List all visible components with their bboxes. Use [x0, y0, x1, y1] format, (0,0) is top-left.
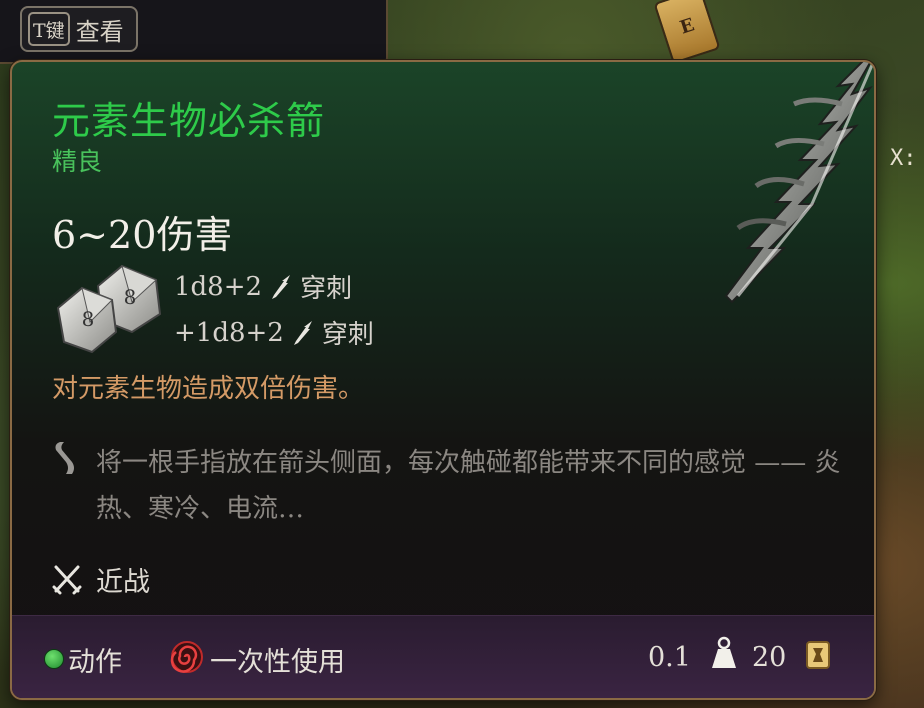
crossed-swords-icon	[52, 565, 82, 594]
item-rarity: 精良	[52, 147, 103, 176]
background-coordinate-label: X:	[890, 146, 917, 171]
examine-label: 查看	[75, 17, 124, 46]
weight-value: 0.1	[648, 642, 691, 673]
key-cap-t: T键	[28, 12, 70, 46]
svg-text:8: 8	[124, 285, 137, 309]
attack-type-label: 近战	[96, 567, 150, 598]
gold-coin-icon	[806, 641, 830, 669]
examine-key-hint[interactable]: T键 查看	[20, 6, 138, 52]
action-dot-icon	[44, 649, 64, 669]
tooltip-body: 元素生物必杀箭 精良 6~20伤害 8 8 1d8+2 穿刺 +1d8+2 穿刺…	[12, 62, 874, 616]
special-effect: 对元素生物造成双倍伤害。	[52, 374, 365, 404]
damage-type: 穿刺	[300, 274, 353, 304]
attack-type-row: 近战	[52, 560, 150, 599]
single-use-spiral-icon	[170, 641, 203, 673]
damage-row: +1d8+2 穿刺	[174, 314, 374, 351]
arrowhead-icon	[724, 62, 874, 304]
damage-dice: 1d8+2	[174, 271, 263, 302]
piercing-icon	[272, 274, 291, 299]
scroll-icon	[55, 442, 74, 474]
item-tooltip: 元素生物必杀箭 精良 6~20伤害 8 8 1d8+2 穿刺 +1d8+2 穿刺…	[10, 60, 876, 700]
price-value: 20	[752, 642, 787, 673]
usage-label: 一次性使用	[210, 647, 345, 678]
map-marker-letter: E	[677, 13, 697, 39]
action-label: 动作	[68, 647, 122, 678]
flavor-text: 将一根手指放在箭头侧面，每次触碰都能带来不同的感觉 —— 炎热、寒冷、电流…	[96, 448, 841, 524]
svg-text:8: 8	[82, 307, 95, 331]
damage-row: 1d8+2 穿刺	[174, 268, 352, 305]
tooltip-footer: 动作 一次性使用 0.1 20	[12, 615, 874, 698]
damage-dice: +1d8+2	[174, 317, 284, 348]
piercing-icon	[293, 320, 312, 345]
d8-dice-icon: 8 8	[56, 264, 162, 354]
map-marker-icon: E	[653, 0, 721, 65]
damage-type: 穿刺	[321, 320, 374, 350]
item-name: 元素生物必杀箭	[52, 99, 326, 143]
weight-icon	[712, 636, 736, 668]
damage-total: 6~20伤害	[52, 213, 233, 257]
